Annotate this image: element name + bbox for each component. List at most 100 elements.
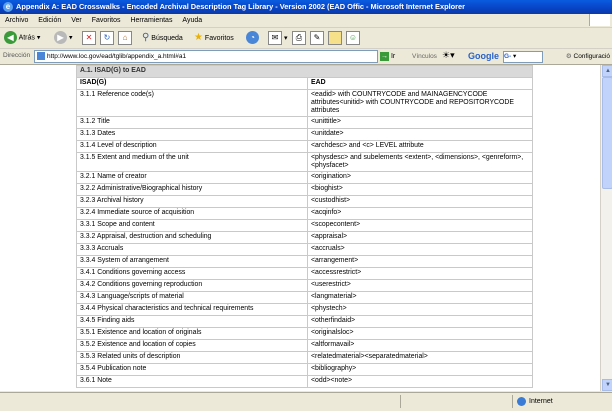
refresh-button[interactable]: ↻ — [100, 31, 114, 45]
stop-icon: ✕ — [82, 31, 96, 45]
toolbar: ◀ Atrás ▾ ▶ ▾ ✕ ↻ ⌂ ⚲ Búsqueda ★ Favorit… — [0, 28, 612, 49]
ead-cell: <odd><note> — [307, 375, 533, 388]
toolbar-extension-icon[interactable]: ☀▾ — [442, 50, 455, 61]
table-row: 3.3.2 Appraisal, destruction and schedul… — [76, 231, 533, 244]
table-row: 3.5.2 Existence and location of copies <a… — [76, 339, 533, 352]
search-button[interactable]: ⚲ Búsqueda — [142, 31, 183, 45]
table-row: 3.4.2 Conditions governing reproduction <… — [76, 279, 533, 292]
table-row: 3.5.3 Related units of description <relat… — [76, 351, 533, 364]
status-divider — [512, 395, 513, 408]
history-button[interactable]: ◔ — [246, 31, 259, 45]
back-button[interactable]: ◀ Atrás ▾ — [4, 31, 40, 45]
table-row: 3.5.1 Existence and location of original… — [76, 327, 533, 340]
ead-cell: <unittitle> — [307, 116, 533, 129]
isadg-cell: 3.1.3 Dates — [76, 128, 308, 141]
ead-cell: <appraisal> — [307, 231, 533, 244]
isadg-cell: 3.5.4 Publication note — [76, 363, 308, 376]
crosswalk-table: A.1. ISAD(G) to EAD ISAD(G) EAD 3.1.1 Re… — [76, 65, 533, 388]
table-row: 3.5.4 Publication note <bibliography> — [76, 363, 533, 376]
table-row: 3.1.2 Title <unittitle> — [76, 116, 533, 129]
forward-arrow-icon: ▶ — [54, 31, 67, 44]
ead-cell: <relatedmaterial><separatedmaterial> — [307, 351, 533, 364]
links-button[interactable]: Vínculos — [412, 51, 437, 62]
menu-ayuda[interactable]: Ayuda — [182, 17, 202, 24]
messenger-icon: ☺ — [346, 31, 360, 45]
discuss-button[interactable] — [328, 31, 342, 45]
menu-archivo[interactable]: Archivo — [5, 17, 28, 24]
menu-ver[interactable]: Ver — [71, 17, 82, 24]
isadg-cell: 3.5.3 Related units of description — [76, 351, 308, 364]
star-icon: ★ — [194, 32, 203, 43]
mail-button[interactable]: ✉ ▾ — [268, 31, 287, 45]
isadg-cell: 3.4.4 Physical characteristics and techn… — [76, 303, 308, 316]
go-button[interactable]: → Ir — [380, 51, 395, 62]
mail-icon: ✉ — [268, 31, 282, 45]
vertical-scrollbar[interactable]: ▲ ▼ — [600, 65, 612, 391]
table-row: 3.1.4 Level of description <archdesc> and… — [76, 140, 533, 153]
isadg-cell: 3.3.4 System of arrangement — [76, 255, 308, 268]
ead-cell: <arrangement> — [307, 255, 533, 268]
go-label: Ir — [390, 53, 396, 60]
ead-cell: <scopecontent> — [307, 219, 533, 232]
ead-cell: <userestrict> — [307, 279, 533, 292]
edit-button[interactable]: ✎ — [310, 31, 324, 45]
ead-cell: <acqinfo> — [307, 207, 533, 220]
isadg-cell: 3.4.5 Finding aids — [76, 315, 308, 328]
isadg-cell: 3.2.4 Immediate source of acquisition — [76, 207, 308, 220]
table-row: 3.1.5 Extent and medium of the unit <phys… — [76, 152, 533, 172]
print-button[interactable]: ⎙ — [292, 31, 306, 45]
isadg-cell: 3.6.1 Note — [76, 375, 308, 388]
isadg-cell: 3.2.1 Name of creator — [76, 171, 308, 184]
forward-button[interactable]: ▶ ▾ — [54, 31, 72, 45]
address-bar: Dirección http://www.loc.gov/ead/tglib/a… — [0, 49, 612, 65]
back-label: Atrás — [18, 34, 35, 42]
table-row: 3.3.3 Accruals <accruals> — [76, 243, 533, 256]
table-row: 3.6.1 Note <odd><note> — [76, 375, 533, 388]
search-icon: ⚲ — [142, 32, 150, 43]
menu-favoritos[interactable]: Favoritos — [92, 17, 121, 24]
settings-button[interactable]: ⚙ Configuració — [566, 51, 610, 62]
menu-bar: Archivo Edición Ver Favoritos Herramient… — [0, 14, 612, 28]
ead-cell: <bibliography> — [307, 363, 533, 376]
messenger-button[interactable]: ☺ — [346, 31, 360, 45]
isadg-cell: 3.5.1 Existence and location of original… — [76, 327, 308, 340]
table-caption: A.1. ISAD(G) to EAD — [76, 65, 533, 78]
menu-edicion[interactable]: Edición — [38, 17, 61, 24]
isadg-cell: 3.1.2 Title — [76, 116, 308, 129]
table-row: 3.3.4 System of arrangement <arrangement> — [76, 255, 533, 268]
go-arrow-icon: → — [380, 51, 389, 61]
ead-cell: <accruals> — [307, 243, 533, 256]
table-row: 3.3.1 Scope and content <scopecontent> — [76, 219, 533, 232]
ead-cell: <accessrestrict> — [307, 267, 533, 280]
menu-herramientas[interactable]: Herramientas — [130, 17, 172, 24]
stop-button[interactable]: ✕ — [82, 31, 96, 45]
scroll-up-icon[interactable]: ▲ — [602, 65, 612, 77]
address-url: http://www.loc.gov/ead/tglib/appendix_a.… — [47, 53, 187, 60]
discuss-icon — [328, 31, 342, 45]
home-button[interactable]: ⌂ — [118, 31, 132, 45]
home-icon: ⌂ — [118, 31, 132, 45]
ead-cell: <origination> — [307, 171, 533, 184]
column-header-ead: EAD — [307, 77, 533, 90]
window-titlebar: e Appendix A: EAD Crosswalks - Encoded Ar… — [0, 0, 612, 14]
table-row: 3.2.2 Administrative/Biographical histor… — [76, 183, 533, 196]
google-search-input[interactable]: G- ▾ — [503, 51, 543, 63]
print-icon: ⎙ — [292, 31, 306, 45]
windows-logo-icon — [589, 14, 610, 26]
ead-cell: <originalsloc> — [307, 327, 533, 340]
scroll-down-icon[interactable]: ▼ — [602, 379, 612, 391]
scrollbar-thumb[interactable] — [602, 77, 612, 189]
address-label: Dirección — [3, 52, 31, 59]
settings-label: Configuració — [573, 53, 611, 60]
isadg-cell: 3.3.3 Accruals — [76, 243, 308, 256]
zone-label: Internet — [529, 398, 553, 405]
ead-cell: <eadid> with COUNTRYCODE and MAINAGENCYC… — [307, 89, 533, 117]
isadg-cell: 3.5.2 Existence and location of copies — [76, 339, 308, 352]
window-title: Appendix A: EAD Crosswalks - Encoded Arc… — [16, 2, 466, 11]
favorites-button[interactable]: ★ Favoritos — [194, 31, 234, 45]
address-input[interactable]: http://www.loc.gov/ead/tglib/appendix_a.… — [34, 50, 378, 63]
favorites-label: Favoritos — [204, 35, 234, 42]
table-row: 3.2.4 Immediate source of acquisition <ac… — [76, 207, 533, 220]
isadg-cell: 3.2.3 Archival history — [76, 195, 308, 208]
column-header-isadg: ISAD(G) — [76, 77, 308, 90]
